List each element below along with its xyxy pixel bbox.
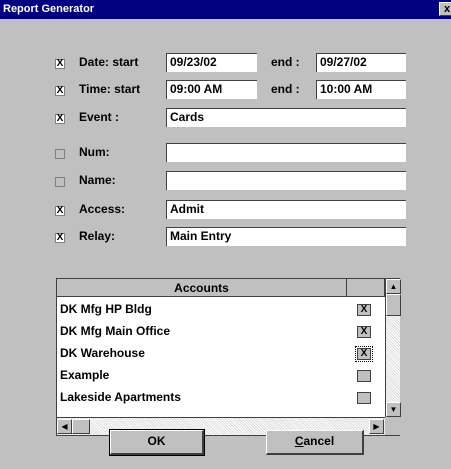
vertical-scrollbar[interactable]: ▲ ▼ xyxy=(385,279,401,417)
time-end-label: end : xyxy=(268,80,312,99)
account-name: DK Warehouse xyxy=(60,346,145,360)
relay-label: Relay: xyxy=(76,227,156,246)
account-checkbox[interactable]: X xyxy=(357,304,371,316)
event-field[interactable]: Cards xyxy=(166,108,406,127)
account-checkbox[interactable] xyxy=(357,370,371,382)
account-checkbox[interactable]: X xyxy=(357,326,371,338)
scroll-left-button[interactable]: ◀ xyxy=(57,419,72,434)
list-item[interactable]: Lakeside Apartments xyxy=(57,386,385,408)
scroll-up-button[interactable]: ▲ xyxy=(386,279,401,294)
list-item[interactable]: DK Warehouse X xyxy=(57,342,385,364)
check-icon: X xyxy=(56,85,64,96)
scroll-down-button[interactable]: ▼ xyxy=(386,402,401,417)
cancel-button-label: ancel xyxy=(303,434,335,448)
relay-checkbox[interactable]: X xyxy=(55,233,65,243)
accounts-column-header[interactable]: Accounts xyxy=(57,279,347,297)
check-icon: X xyxy=(360,348,368,359)
num-label: Num: xyxy=(76,143,156,162)
check-icon: X xyxy=(360,326,368,337)
check-icon: X xyxy=(56,58,64,69)
arrow-down-icon: ▼ xyxy=(389,405,398,414)
access-checkbox[interactable]: X xyxy=(55,206,65,216)
close-button[interactable]: x xyxy=(439,2,451,16)
scroll-right-button[interactable]: ▶ xyxy=(369,419,384,434)
check-icon: X xyxy=(56,232,64,243)
list-item[interactable]: Example xyxy=(57,364,385,386)
list-item[interactable]: DK Mfg HP Bldg X xyxy=(57,298,385,320)
dialog-body: X Date: start 09/23/02 end : 09/27/02 X … xyxy=(0,19,451,469)
account-name: DK Mfg Main Office xyxy=(60,324,170,338)
date-end-field[interactable]: 09/27/02 xyxy=(316,53,406,72)
arrow-left-icon: ◀ xyxy=(61,422,68,431)
event-checkbox[interactable]: X xyxy=(55,114,65,124)
time-start-label: Time: start xyxy=(76,80,160,99)
time-end-field[interactable]: 10:00 AM xyxy=(316,80,406,99)
time-start-field[interactable]: 09:00 AM xyxy=(166,80,257,99)
ok-button-label: OK xyxy=(147,434,166,448)
check-icon: X xyxy=(360,304,368,315)
title-bar: Report Generator x xyxy=(0,0,451,19)
account-name: Lakeside Apartments xyxy=(60,390,181,404)
arrow-right-icon: ▶ xyxy=(373,422,380,431)
scrollbar-corner xyxy=(385,417,400,435)
account-checkbox[interactable] xyxy=(357,392,371,404)
arrow-up-icon: ▲ xyxy=(389,282,398,291)
check-icon: X xyxy=(56,113,64,124)
relay-field[interactable]: Main Entry xyxy=(166,227,406,246)
date-end-label: end : xyxy=(268,53,312,72)
list-item[interactable]: DK Mfg Main Office X xyxy=(57,320,385,342)
time-checkbox[interactable]: X xyxy=(55,86,65,96)
access-label: Access: xyxy=(76,200,156,219)
account-checkbox[interactable]: X xyxy=(355,346,373,362)
accounts-check-column-header[interactable] xyxy=(347,279,385,297)
vertical-scroll-thumb[interactable] xyxy=(386,294,401,316)
window-title: Report Generator xyxy=(3,3,95,15)
report-generator-window: Report Generator x X Date: start 09/23/0… xyxy=(0,0,451,469)
account-name: Example xyxy=(60,368,110,382)
access-field[interactable]: Admit xyxy=(166,200,406,219)
date-start-field[interactable]: 09/23/02 xyxy=(166,53,257,72)
event-label: Event : xyxy=(76,108,156,127)
date-checkbox[interactable]: X xyxy=(55,59,65,69)
ok-button[interactable]: OK xyxy=(109,429,205,456)
num-checkbox[interactable] xyxy=(55,149,65,159)
accounts-grid[interactable]: Accounts DK Mfg HP Bldg X DK Mfg Main Of… xyxy=(56,278,401,436)
date-start-label: Date: start xyxy=(76,53,160,72)
horizontal-scroll-thumb[interactable] xyxy=(72,419,90,434)
check-icon: X xyxy=(56,205,64,216)
name-checkbox[interactable] xyxy=(55,177,65,187)
name-label: Name: xyxy=(76,171,156,190)
close-icon: x xyxy=(443,3,451,15)
cancel-button[interactable]: Cancel xyxy=(266,430,364,455)
num-field[interactable] xyxy=(166,143,406,162)
name-field[interactable] xyxy=(166,171,406,190)
account-name: DK Mfg HP Bldg xyxy=(60,302,152,316)
